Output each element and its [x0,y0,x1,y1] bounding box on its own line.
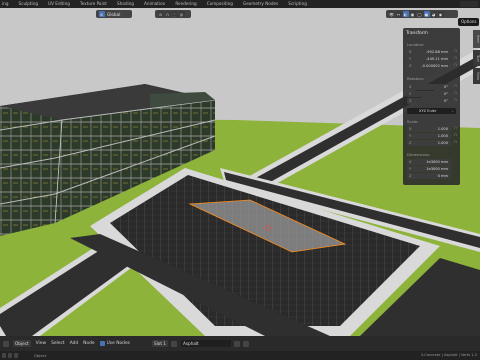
sidetab-item[interactable]: Item [473,30,480,48]
lock-icon[interactable]: ⊓ [454,84,457,88]
snap-target-icon[interactable]: ⋮ [171,11,178,17]
dimensions-label: Dimensions: [407,152,431,157]
tab-shading[interactable]: Shading [112,0,139,8]
lock-icon[interactable]: ⊓ [454,126,457,130]
dimensions-x-field[interactable]: X 1e3000 mm [407,159,451,165]
rotation-z-field[interactable]: Z 0° [407,98,451,104]
checkbox-icon [99,341,105,346]
pin-icon[interactable] [242,340,249,347]
material-sphere-icon[interactable] [170,340,177,347]
options-tooltip[interactable]: Options [458,18,480,26]
xray-icon[interactable]: ▣ [409,11,416,17]
solid-shading-icon[interactable]: ● [423,11,430,17]
tab-texture-paint[interactable]: Texture Paint [75,0,112,8]
object-type-dropdown[interactable]: Object [13,340,31,347]
rotation-y-field[interactable]: Y 0° [407,91,451,97]
lock-icon[interactable]: ⊓ [454,63,457,67]
shader-editor-header: Object View Select Add Node Use Nodes Sl… [0,336,480,351]
panel-title[interactable]: Transform [406,31,428,36]
editor-type-icon[interactable] [3,340,9,347]
menu-add[interactable]: Add [70,341,79,346]
menu-view[interactable]: View [36,341,46,346]
location-label: Location: [407,42,425,47]
overlays-icon[interactable]: ◐ [402,11,409,17]
scale-x-field[interactable]: X 1.000 [407,126,451,132]
tab-uv-editing[interactable]: UV Editing [43,0,75,8]
material-shading-icon[interactable]: ◕ [430,11,437,17]
lock-icon[interactable]: ⊓ [454,49,457,53]
location-y-field[interactable]: Y -449.11 mm [407,56,451,62]
transform-panel: Transform Location: X -902.88 mm Y -449.11… [403,28,460,185]
tab-geometry-nodes[interactable]: Geometry Nodes [238,0,283,8]
menu-select[interactable]: Select [51,341,65,346]
status-bar: Object 3-Concrete | Asphalt | Verts 1,2 [0,351,480,360]
use-nodes-toggle[interactable]: Use Nodes [99,341,130,346]
snap-magnet-icon[interactable]: ∩ [164,11,171,17]
menu-node[interactable]: Node [83,341,94,346]
dimensions-z-field[interactable]: Z0 mm [407,173,451,179]
lock-icon[interactable]: ⊓ [454,98,457,102]
tab-modeling[interactable]: ing [0,0,13,8]
gizmo-icon[interactable]: ↔ [395,11,402,17]
pivot-icon[interactable]: ⊙ [157,11,164,17]
tab-compositing[interactable]: Compositing [202,0,238,8]
proportional-edit-icon[interactable]: ◎ [178,11,185,17]
location-z-field[interactable]: Z -0.000002 mm [407,63,451,69]
viewport-shading-group: 👁 ↔ ◐ ▣ ◯ ● ◕ ◉ [386,10,458,18]
rotation-label: Rotation: [407,76,425,81]
chevron-down-icon: ⌄ [450,108,454,113]
slot-dropdown[interactable]: Slot 1 [151,340,168,347]
tab-sculpting[interactable]: Sculpting [13,0,43,8]
transform-orientation-group: ⊕ Global [96,10,132,18]
scale-z-field[interactable]: Z 1.000 [407,140,451,146]
lock-icon[interactable]: ⊓ [454,91,457,95]
location-x-field[interactable]: X -902.88 mm [407,49,451,55]
mouse-hint-icons [2,353,20,358]
sidetab-tool[interactable]: Tool [473,50,480,66]
tab-rendering[interactable]: Rendering [170,0,201,8]
rotation-mode-dropdown[interactable]: XYZ Euler ⌄ [407,108,456,114]
visibility-icon[interactable]: 👁 [388,11,395,17]
rotation-x-field[interactable]: X 0° [407,84,451,90]
lock-icon[interactable]: ⊓ [454,56,457,60]
fake-user-icon[interactable] [233,340,240,347]
sidetab-view[interactable]: View [473,68,480,84]
material-name-field[interactable]: Asphalt [180,340,231,347]
orientation-dropdown[interactable]: Global [105,12,122,17]
scene-selector[interactable] [460,1,478,7]
dimensions-y-field[interactable]: Y 1e3000 mm [407,166,451,172]
scale-label: Scale: [407,119,419,124]
status-right-text: 3-Concrete | Asphalt | Verts 1,2 [420,353,477,357]
status-left-text: Object [34,353,47,358]
wireframe-shading-icon[interactable]: ◯ [416,11,423,17]
tab-scripting[interactable]: Scripting [283,0,312,8]
workspace-tab-bar: ing Sculpting UV Editing Texture Paint S… [0,0,480,8]
snapping-group: ⊙ ∩ ⋮ ◎ [155,10,191,18]
lock-icon[interactable]: ⊓ [454,133,457,137]
scale-y-field[interactable]: Y 1.000 [407,133,451,139]
rendered-shading-icon[interactable]: ◉ [437,11,444,17]
tab-animation[interactable]: Animation [139,0,170,8]
orientation-icon[interactable]: ⊕ [98,11,105,17]
lock-icon[interactable]: ⊓ [454,140,457,144]
